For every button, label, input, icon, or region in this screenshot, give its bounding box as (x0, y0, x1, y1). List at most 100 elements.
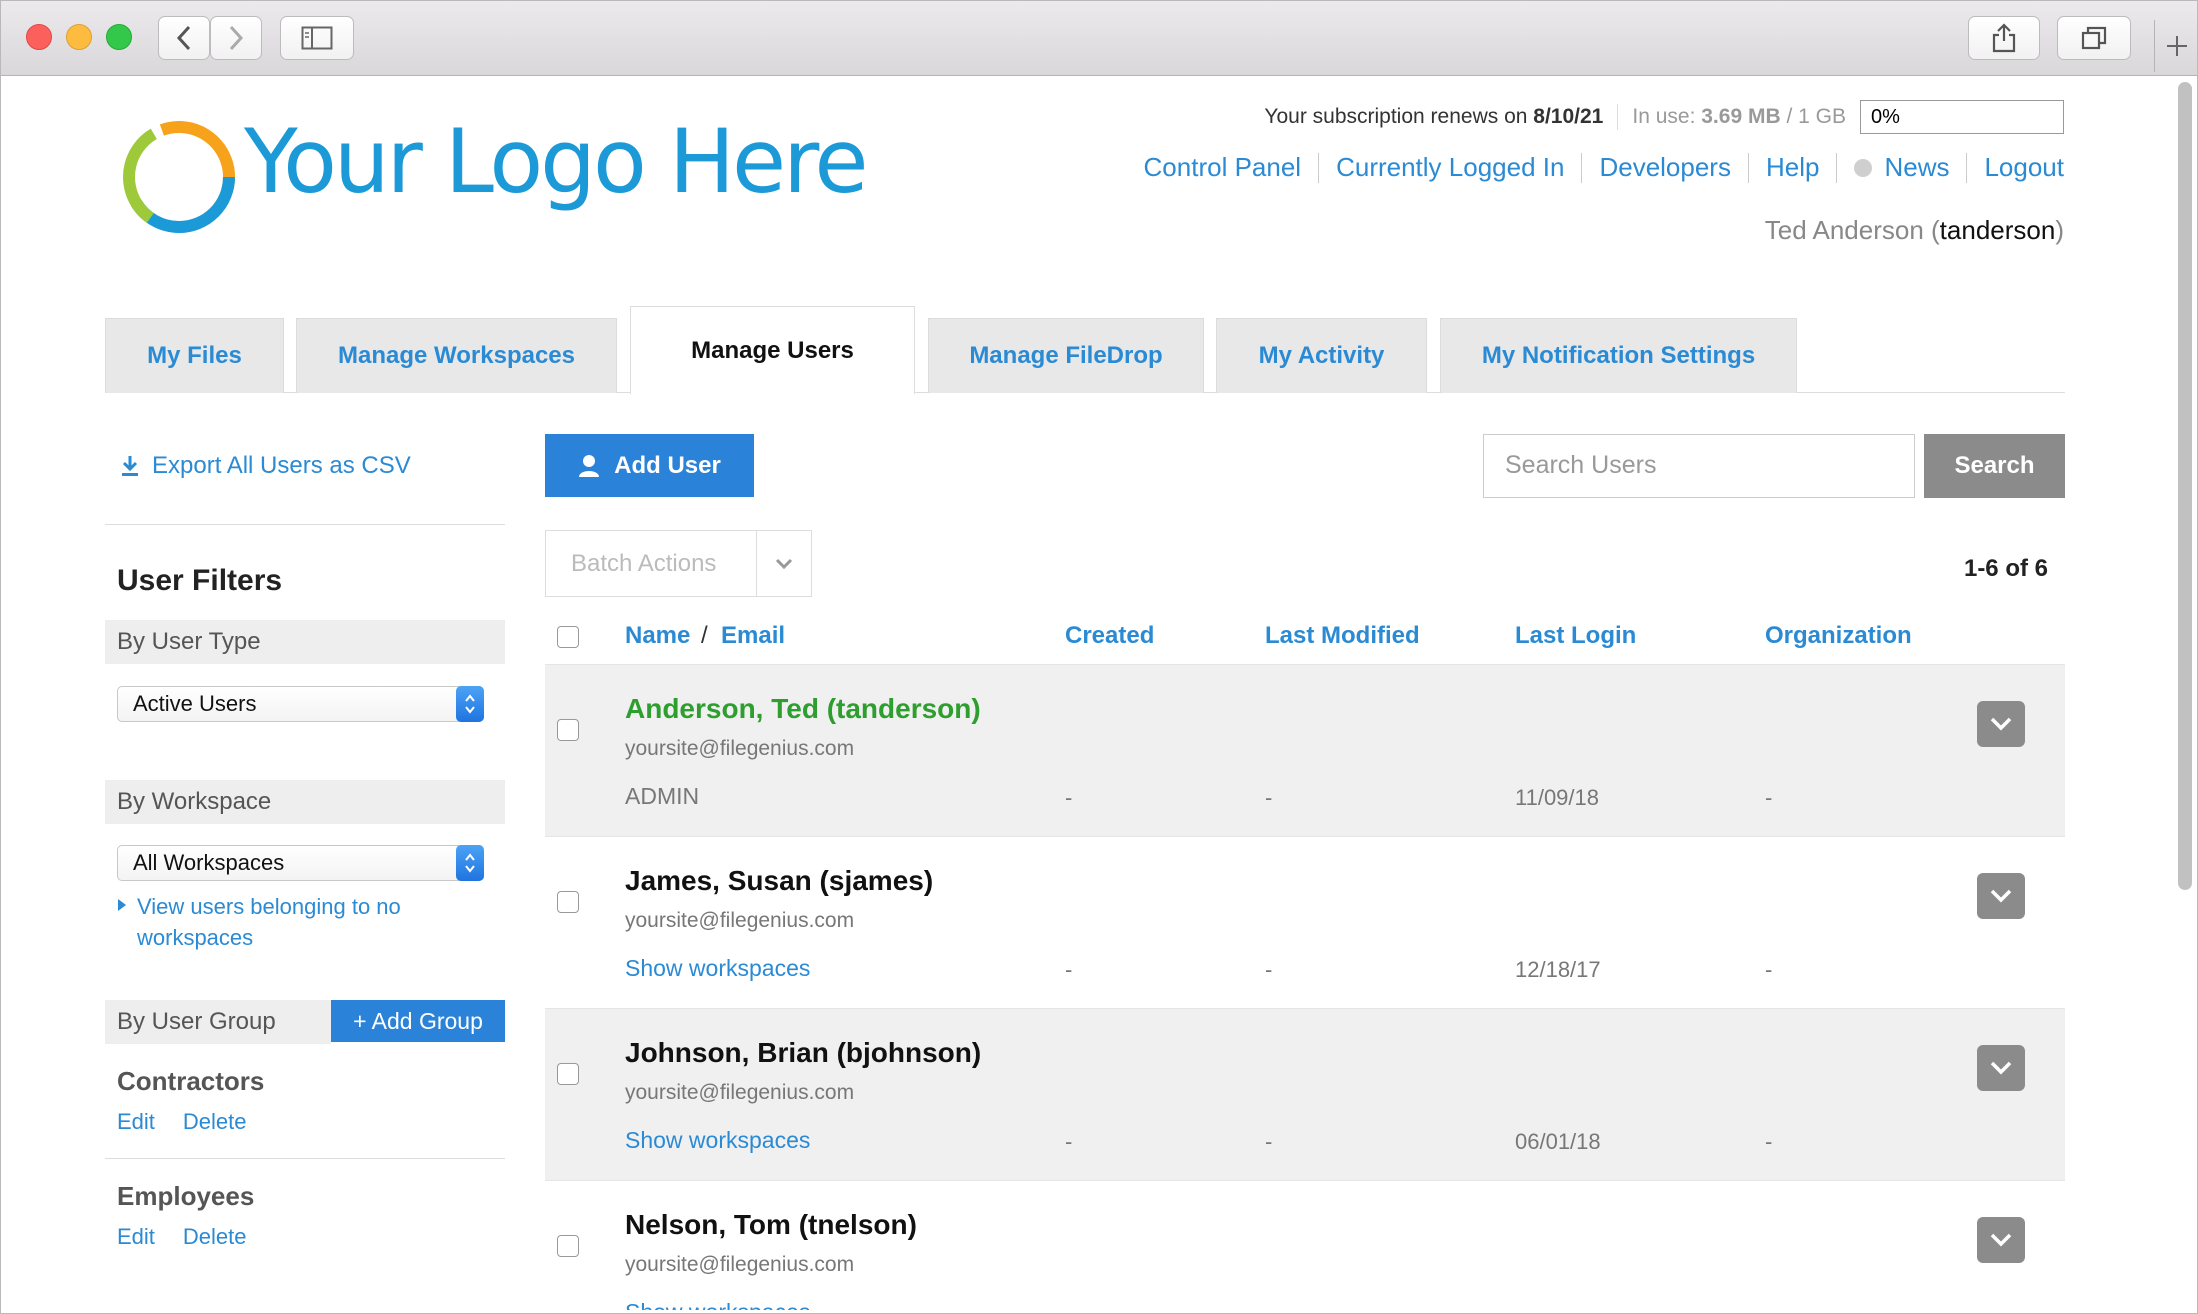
no-workspace-users-link[interactable]: View users belonging to no workspaces (137, 891, 401, 953)
tab-manage-users[interactable]: Manage Users (630, 306, 915, 394)
row-checkbox[interactable] (557, 719, 579, 741)
group-edit-link[interactable]: Edit (117, 1109, 155, 1135)
chevron-down-icon (1990, 1233, 2012, 1247)
developers-link[interactable]: Developers (1599, 152, 1731, 183)
last-login-column-header[interactable]: Last Login (1515, 622, 1636, 650)
export-csv-link[interactable]: Export All Users as CSV (120, 452, 411, 480)
last-login-cell: 12/18/17 (1515, 957, 1601, 982)
sidebar-divider (105, 524, 505, 525)
created-cell: - (1065, 785, 1073, 810)
group-delete-link[interactable]: Delete (183, 1224, 247, 1250)
quota-bar: 0% (1860, 100, 2064, 134)
vertical-scrollbar[interactable] (2178, 82, 2192, 890)
user-role-badge: ADMIN (625, 783, 700, 809)
control-panel-link[interactable]: Control Panel (1144, 152, 1302, 183)
chevron-down-icon (1990, 1061, 2012, 1075)
subscription-label: Your subscription renews on (1264, 105, 1528, 128)
last-modified-cell: - (1265, 957, 1273, 982)
user-email: yoursite@filegenius.com (625, 909, 855, 932)
tab-manage-filedrop[interactable]: Manage FileDrop (928, 318, 1204, 393)
select-all-checkbox[interactable] (557, 626, 579, 648)
show-workspaces-link[interactable]: Show workspaces (625, 1299, 810, 1310)
last-login-cell: 06/01/18 (1515, 1129, 1601, 1154)
user-name-link[interactable]: Nelson, Tom (tnelson) (625, 1209, 917, 1241)
current-user-login: tanderson (1939, 215, 2056, 245)
batch-actions-label: Batch Actions (571, 549, 717, 577)
pagination-count: 1-6 of 6 (1963, 555, 2048, 582)
row-checkbox[interactable] (557, 891, 579, 913)
close-window-button[interactable] (26, 24, 52, 50)
table-row: Nelson, Tom (tnelson) yoursite@filegeniu… (545, 1180, 2065, 1310)
table-row: Anderson, Ted (tanderson) yoursite@fileg… (545, 664, 2065, 836)
organization-cell: - (1765, 1129, 1773, 1154)
add-user-button[interactable]: Add User (545, 434, 754, 497)
search-button[interactable]: Search (1924, 434, 2065, 498)
last-login-cell: 11/09/18 (1515, 785, 1600, 810)
logout-link[interactable]: Logout (1984, 152, 2064, 183)
batch-actions-dropdown[interactable]: Batch Actions (545, 530, 812, 597)
show-workspaces-link[interactable]: Show workspaces (625, 955, 810, 982)
row-checkbox[interactable] (557, 1063, 579, 1085)
forward-button[interactable] (210, 16, 262, 60)
row-checkbox[interactable] (557, 1235, 579, 1257)
no-workspace-link-line-1: View users belonging to no (137, 894, 401, 919)
share-icon (1992, 23, 2016, 53)
chevron-down-icon (1990, 889, 2012, 903)
user-name-link[interactable]: James, Susan (sjames) (625, 865, 933, 897)
user-name-link[interactable]: Anderson, Ted (tanderson) (625, 693, 981, 725)
tab-my-files[interactable]: My Files (105, 318, 284, 393)
name-column-header[interactable]: Name (625, 622, 690, 650)
chevron-down-icon (756, 531, 811, 596)
help-link[interactable]: Help (1766, 152, 1819, 183)
user-email: yoursite@filegenius.com (625, 1253, 855, 1276)
back-button[interactable] (158, 16, 210, 60)
user-icon (579, 454, 600, 477)
user-filters-title: User Filters (117, 564, 283, 597)
user-name-link[interactable]: Johnson, Brian (bjohnson) (625, 1037, 981, 1069)
last-modified-column-header[interactable]: Last Modified (1265, 622, 1420, 650)
sidebar-toggle-button[interactable] (280, 16, 354, 60)
created-column-header[interactable]: Created (1065, 622, 1154, 650)
last-modified-cell: - (1265, 785, 1273, 810)
row-menu-button[interactable] (1977, 1045, 2025, 1091)
current-user-name: Ted Anderson (1764, 215, 1924, 245)
news-link[interactable]: News (1884, 152, 1949, 183)
download-icon (122, 456, 138, 476)
row-menu-button[interactable] (1977, 873, 2025, 919)
tab-my-activity[interactable]: My Activity (1216, 318, 1427, 393)
show-tabs-button[interactable] (2057, 16, 2131, 60)
tab-my-notification-settings[interactable]: My Notification Settings (1440, 318, 1797, 393)
tab-manage-workspaces[interactable]: Manage Workspaces (296, 318, 617, 393)
select-arrows-icon (456, 845, 484, 881)
sidebar-icon (301, 26, 333, 50)
row-menu-button[interactable] (1977, 1217, 2025, 1263)
organization-column-header[interactable]: Organization (1765, 622, 1912, 650)
user-type-select[interactable]: Active Users (117, 686, 484, 722)
email-column-header[interactable]: Email (721, 622, 785, 650)
show-workspaces-link[interactable]: Show workspaces (625, 1127, 810, 1154)
user-email: yoursite@filegenius.com (625, 1081, 855, 1104)
by-user-type-header: By User Type (105, 620, 505, 664)
zoom-window-button[interactable] (106, 24, 132, 50)
new-tab-button[interactable] (2154, 20, 2198, 72)
group-actions: Edit Delete (117, 1109, 247, 1135)
top-nav: Control Panel Currently Logged In Develo… (1144, 152, 2064, 183)
add-group-button[interactable]: + Add Group (331, 1000, 505, 1042)
user-type-value: Active Users (133, 691, 257, 716)
group-edit-link[interactable]: Edit (117, 1224, 155, 1250)
usage-label: In use: (1632, 105, 1696, 128)
share-button[interactable] (1968, 16, 2040, 60)
chevron-down-icon (1990, 717, 2012, 731)
by-workspace-header: By Workspace (105, 780, 505, 824)
minimize-window-button[interactable] (66, 24, 92, 50)
workspace-select[interactable]: All Workspaces (117, 845, 484, 881)
group-delete-link[interactable]: Delete (183, 1109, 247, 1135)
triangle-right-icon (118, 899, 126, 911)
currently-logged-in-link[interactable]: Currently Logged In (1336, 152, 1564, 183)
chevron-left-icon (176, 25, 191, 51)
row-menu-button[interactable] (1977, 701, 2025, 747)
browser-toolbar (0, 0, 2198, 76)
export-csv-label: Export All Users as CSV (152, 452, 411, 479)
add-user-label: Add User (614, 451, 721, 479)
search-users-input[interactable]: Search Users (1483, 434, 1915, 498)
